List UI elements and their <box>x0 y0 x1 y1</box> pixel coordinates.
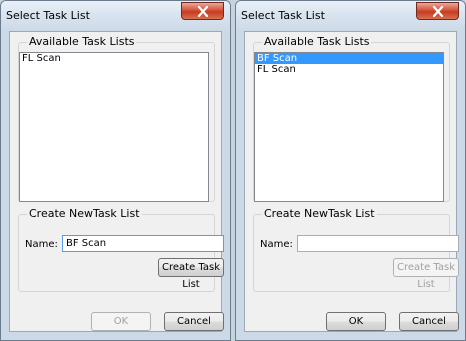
ok-button[interactable]: OK <box>326 312 386 331</box>
task-list-listbox[interactable]: BF Scan FL Scan <box>254 52 444 202</box>
window-frame <box>222 31 230 340</box>
dialog-title: Select Task List <box>241 9 325 22</box>
available-task-lists-label: Available Task Lists <box>262 35 372 48</box>
window-frame <box>236 332 465 340</box>
close-button[interactable] <box>416 2 459 20</box>
name-label: Name: <box>25 239 58 250</box>
ok-button[interactable]: OK <box>91 312 151 331</box>
select-task-list-dialog-right: Select Task List Available Task Lists BF… <box>235 0 466 341</box>
dialog-title: Select Task List <box>6 9 90 22</box>
name-label: Name: <box>260 239 293 250</box>
window-frame <box>457 31 465 340</box>
select-task-list-dialog-left: Select Task List Available Task Lists FL… <box>0 0 231 341</box>
cancel-button[interactable]: Cancel <box>399 312 459 331</box>
create-task-list-button[interactable]: Create Task List <box>158 258 224 290</box>
window-frame <box>1 31 9 340</box>
dialog-client-area: Available Task Lists BF Scan FL Scan Crea… <box>244 31 459 332</box>
create-task-list-button[interactable]: Create Task List <box>393 258 459 290</box>
close-icon <box>432 6 444 17</box>
close-icon <box>197 6 209 17</box>
task-list-listbox[interactable]: FL Scan <box>19 52 209 202</box>
name-input[interactable] <box>62 235 224 252</box>
create-task-list-label: Create NewTask List <box>27 207 142 220</box>
task-list-item[interactable]: BF Scan <box>255 53 443 64</box>
name-input[interactable] <box>297 235 459 252</box>
available-task-lists-label: Available Task Lists <box>27 35 137 48</box>
title-bar[interactable]: Select Task List <box>236 1 465 31</box>
cancel-button[interactable]: Cancel <box>164 312 224 331</box>
task-list-item[interactable]: FL Scan <box>20 53 208 64</box>
title-bar[interactable]: Select Task List <box>1 1 230 31</box>
window-frame <box>1 332 230 340</box>
window-frame <box>236 31 244 340</box>
close-button[interactable] <box>181 2 224 20</box>
dialog-client-area: Available Task Lists FL Scan Create NewT… <box>9 31 224 332</box>
task-list-item[interactable]: FL Scan <box>255 64 443 75</box>
create-task-list-label: Create NewTask List <box>262 207 377 220</box>
